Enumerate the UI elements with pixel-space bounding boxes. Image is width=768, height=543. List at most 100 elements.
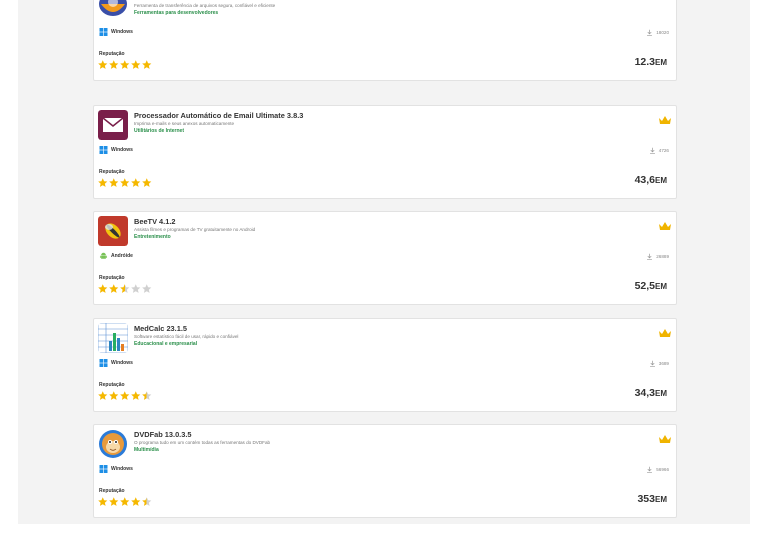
rating-stars — [98, 284, 152, 294]
download-count-value: 18020 — [656, 30, 669, 35]
download-count: 56966 — [646, 466, 669, 473]
download-icon — [647, 466, 653, 473]
medcalc-app-icon — [98, 323, 128, 353]
star-filled-icon — [109, 178, 119, 187]
windows-icon — [99, 146, 108, 154]
app-category-link[interactable]: Ferramentas para desenvolvedores — [134, 10, 218, 16]
star-filled-icon — [109, 391, 119, 400]
file-size-unit: EM — [655, 58, 667, 67]
android-icon — [99, 252, 108, 259]
rating-stars — [98, 178, 152, 188]
reputation-label: Reputação — [99, 382, 125, 388]
file-size-value: 43,6 — [634, 174, 655, 186]
download-icon — [649, 147, 655, 154]
download-icon — [647, 29, 653, 36]
star-filled-icon — [120, 497, 130, 506]
rating-stars — [98, 391, 152, 401]
star-half-icon — [120, 284, 130, 293]
download-count-value: 26889 — [656, 254, 669, 259]
star-filled-icon — [131, 178, 141, 187]
reputation-label: Reputação — [99, 275, 125, 281]
app-title[interactable]: DVDFab 13.0.3.5 — [134, 430, 192, 439]
windows-icon — [99, 28, 108, 36]
app-title[interactable]: BeeTV 4.1.2 — [134, 217, 176, 226]
file-size: 12.3EM — [635, 56, 667, 68]
app-card[interactable]: Ferramenta de transferência de arquivos … — [93, 0, 677, 81]
star-filled-icon — [109, 60, 119, 69]
file-size-value: 34,3 — [634, 387, 655, 399]
file-size: 52,5EM — [635, 280, 667, 292]
star-filled-icon — [120, 60, 130, 69]
app-card[interactable]: MedCalc 23.1.5 Software estatístico fáci… — [93, 318, 677, 412]
crown-icon — [659, 324, 671, 337]
download-icon — [649, 360, 655, 367]
windows-icon — [99, 359, 108, 367]
star-half-icon — [142, 391, 152, 400]
app-title[interactable]: MedCalc 23.1.5 — [134, 324, 187, 333]
crown-icon — [659, 111, 671, 124]
app-card[interactable]: DVDFab 13.0.3.5 O programa tudo em um co… — [93, 424, 677, 518]
star-filled-icon — [131, 60, 141, 69]
app-category-link[interactable]: Entretenimento — [134, 234, 171, 240]
app-category-link[interactable]: Educacional e empresarial — [134, 341, 197, 347]
app-category-link[interactable]: Utilitários de Internet — [134, 128, 184, 134]
app-description: Imprima e-mails e seus anexos automatica… — [134, 121, 235, 126]
star-filled-icon — [131, 391, 141, 400]
file-size-unit: EM — [655, 389, 667, 398]
reputation-label: Reputação — [99, 169, 125, 175]
platform: Windows — [99, 28, 133, 36]
download-count-value: 4726 — [658, 148, 669, 153]
app-title[interactable]: Processador Automático de Email Ultimate… — [134, 111, 303, 120]
crown-icon — [659, 430, 671, 443]
rating-stars — [98, 60, 152, 70]
transfer-app-icon — [99, 0, 127, 16]
crown-icon — [659, 217, 671, 230]
download-icon — [647, 253, 653, 260]
star-filled-icon — [131, 497, 141, 506]
beetv-app-icon — [98, 216, 128, 246]
file-size: 353EM — [637, 493, 667, 505]
app-description: Assista filmes e programas de TV gratuit… — [134, 227, 256, 232]
star-filled-icon — [98, 497, 108, 506]
star-filled-icon — [109, 284, 119, 293]
star-filled-icon — [98, 178, 108, 187]
platform-label: Windows — [111, 29, 133, 35]
star-filled-icon — [98, 391, 108, 400]
rating-stars — [98, 497, 152, 507]
file-size-value: 353 — [637, 493, 655, 505]
star-filled-icon — [98, 60, 108, 69]
star-filled-icon — [98, 284, 108, 293]
platform-label: Windows — [111, 360, 133, 366]
download-count: 26889 — [646, 253, 669, 260]
reputation-label: Reputação — [99, 51, 125, 57]
app-description: O programa tudo em um contém todas as fe… — [134, 440, 271, 445]
platform-label: Windows — [111, 147, 133, 153]
download-count: 3689 — [649, 360, 669, 367]
star-empty-icon — [142, 284, 152, 293]
app-description: Ferramenta de transferência de arquivos … — [134, 3, 276, 8]
file-size-value: 52,5 — [634, 280, 655, 292]
file-size-unit: EM — [655, 495, 667, 504]
app-card[interactable]: Processador Automático de Email Ultimate… — [93, 105, 677, 199]
star-filled-icon — [120, 391, 130, 400]
star-filled-icon — [142, 178, 152, 187]
app-description: Software estatístico fácil de usar, rápi… — [134, 334, 239, 339]
platform-label: Andróide — [111, 253, 133, 259]
star-half-icon — [142, 497, 152, 506]
file-size-unit: EM — [655, 176, 667, 185]
dvdfab-app-icon — [99, 430, 127, 458]
app-category-link[interactable]: Multimídia — [134, 447, 159, 453]
file-size-value: 12.3 — [634, 56, 655, 68]
file-size: 34,3EM — [635, 387, 667, 399]
platform: Windows — [99, 146, 133, 154]
platform: Windows — [99, 465, 133, 473]
platform: Andróide — [99, 252, 133, 260]
app-card[interactable]: BeeTV 4.1.2 Assista filmes e programas d… — [93, 211, 677, 305]
star-filled-icon — [109, 497, 119, 506]
download-count-value: 3689 — [658, 361, 669, 366]
star-empty-icon — [131, 284, 141, 293]
platform: Windows — [99, 359, 133, 367]
email-app-icon — [98, 110, 128, 140]
platform-label: Windows — [111, 466, 133, 472]
reputation-label: Reputação — [99, 488, 125, 494]
